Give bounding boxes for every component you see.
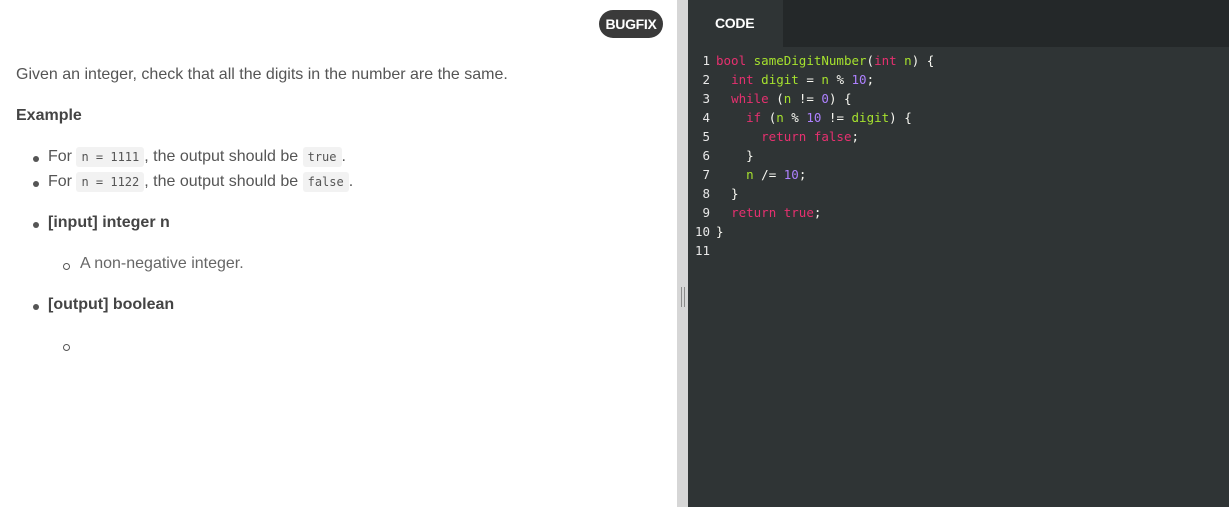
editor-tab-bar: CODE — [688, 0, 1229, 47]
code-text[interactable]: bool sameDigitNumber(int n) { — [716, 51, 934, 70]
input-heading: [input] integer n — [48, 214, 170, 231]
line-number: 9 — [702, 205, 710, 220]
code-text[interactable]: return true; — [716, 203, 821, 222]
example-item: For n = 1122, the output should be false… — [48, 172, 354, 192]
sub-bullet-icon — [63, 344, 70, 351]
resize-grip-icon[interactable] — [681, 287, 685, 307]
line-number: 6 — [702, 148, 710, 163]
line-number: 8 — [702, 186, 710, 201]
code-text[interactable]: int digit = n % 10; — [716, 70, 874, 89]
code-text[interactable]: n /= 10; — [716, 165, 806, 184]
example-prefix: For — [48, 173, 77, 190]
example-middle: , the output should be — [144, 148, 303, 165]
line-number: 4 — [702, 110, 710, 125]
code-line[interactable]: 7 n /= 10; — [688, 165, 1229, 184]
line-number: 2 — [702, 72, 710, 87]
description-panel: BUGFIX Given an integer, check that all … — [0, 0, 677, 507]
code-line[interactable]: 10} — [688, 222, 1229, 241]
output-heading: [output] boolean — [48, 296, 175, 313]
example-suffix: . — [341, 148, 346, 165]
example-heading: Example — [16, 107, 82, 124]
line-number: 11 — [694, 243, 710, 258]
example-suffix: . — [348, 173, 354, 190]
code-text[interactable]: return false; — [716, 127, 859, 146]
example-output-code: true — [302, 147, 342, 167]
line-number: 10 — [694, 224, 710, 239]
example-input-code: n = 1111 — [76, 147, 145, 167]
code-editor-panel: CODE 1 bool sameDigitNumber(int n) {2 int… — [688, 0, 1229, 507]
code-line[interactable]: 11 — [688, 241, 1229, 260]
example-item: For n = 1111, the output should be true. — [48, 147, 346, 167]
code-line[interactable]: 3 while (n != 0) { — [688, 89, 1229, 108]
panel-resize-divider[interactable] — [677, 0, 688, 507]
bullet-icon — [33, 304, 39, 310]
code-text[interactable]: while (n != 0) { — [716, 89, 851, 108]
code-line[interactable]: 1 bool sameDigitNumber(int n) { — [688, 51, 1229, 70]
example-prefix: For — [48, 148, 77, 165]
bugfix-badge: BUGFIX — [599, 10, 663, 38]
code-line[interactable]: 9 return true; — [688, 203, 1229, 222]
example-output-code: false — [302, 172, 349, 192]
tab-code[interactable]: CODE — [688, 0, 783, 47]
line-number: 3 — [702, 91, 710, 106]
line-number: 7 — [702, 167, 710, 182]
code-text[interactable]: } — [716, 184, 739, 203]
problem-statement: Given an integer, check that all the dig… — [16, 66, 508, 83]
bullet-icon — [33, 156, 39, 162]
code-text[interactable]: if (n % 10 != digit) { — [716, 108, 912, 127]
sub-bullet-icon — [63, 263, 70, 270]
example-input-code: n = 1122 — [76, 172, 145, 192]
line-number: 1 — [702, 53, 710, 68]
code-line[interactable]: 6 } — [688, 146, 1229, 165]
code-line[interactable]: 4 if (n % 10 != digit) { — [688, 108, 1229, 127]
code-text[interactable]: } — [716, 222, 724, 241]
bullet-icon — [33, 181, 39, 187]
code-editor[interactable]: 1 bool sameDigitNumber(int n) {2 int digi… — [688, 51, 1229, 260]
example-middle: , the output should be — [144, 173, 303, 190]
input-description: A non-negative integer. — [80, 255, 244, 272]
code-line[interactable]: 2 int digit = n % 10; — [688, 70, 1229, 89]
code-line[interactable]: 5 return false; — [688, 127, 1229, 146]
bullet-icon — [33, 222, 39, 228]
code-text[interactable]: } — [716, 146, 754, 165]
code-line[interactable]: 8 } — [688, 184, 1229, 203]
line-number: 5 — [702, 129, 710, 144]
